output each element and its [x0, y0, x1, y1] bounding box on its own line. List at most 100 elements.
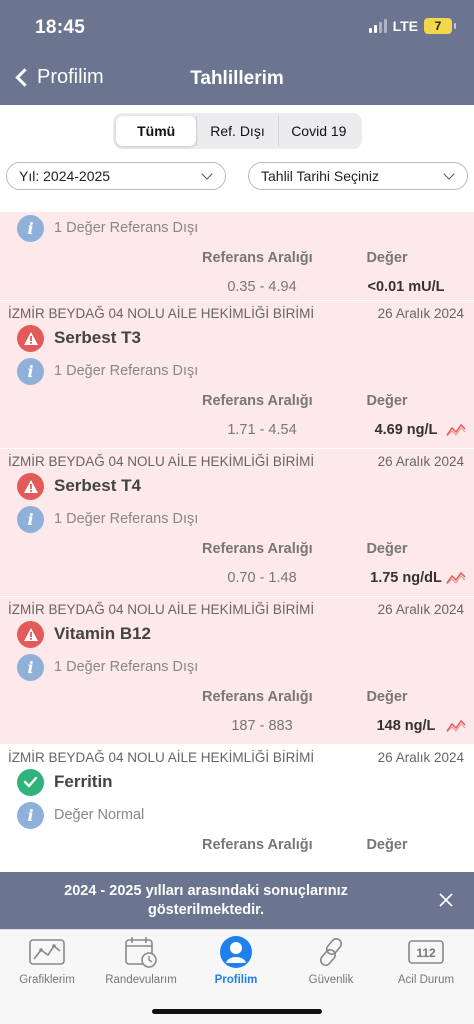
card-header: İZMİR BEYDAĞ 04 NOLU AİLE HEKİMLİĞİ BİRİ… [0, 745, 474, 765]
info-text: 1 Değer Referans Dışı [54, 659, 199, 675]
result-date: 26 Aralık 2024 [377, 306, 464, 321]
ref-values: 1.71 - 4.54 4.69 ng/L [0, 415, 474, 445]
info-row: i Değer Normal [0, 799, 474, 831]
profile-icon [216, 934, 256, 970]
ref-range-label: Referans Aralığı [202, 689, 313, 705]
close-icon[interactable] [436, 890, 456, 910]
ref-header: Referans Aralığı Değer [0, 244, 474, 272]
result-card[interactable]: İZMİR BEYDAĞ 04 NOLU AİLE HEKİMLİĞİ BİRİ… [0, 449, 474, 597]
trend-chart-icon[interactable] [446, 423, 466, 437]
tab-acil-durum[interactable]: 112 Acil Durum [379, 934, 473, 986]
info-text: 1 Değer Referans Dışı [54, 511, 199, 527]
ref-range-label: Referans Aralığı [202, 541, 313, 557]
result-card[interactable]: İZMİR BEYDAĞ 04 NOLU AİLE HEKİMLİĞİ BİRİ… [0, 745, 474, 872]
test-row: Vitamin B12 [0, 617, 474, 651]
tab-randevularim[interactable]: Randevularım [94, 934, 188, 986]
value-label: Değer [366, 837, 408, 853]
result-date: 26 Aralık 2024 [377, 750, 464, 765]
chevron-down-icon [201, 168, 213, 180]
value-label: Değer [366, 541, 408, 557]
info-icon: i [17, 653, 44, 681]
result-card[interactable]: İZMİR BEYDAĞ 04 NOLU AİLE HEKİMLİĞİ BİRİ… [0, 597, 474, 745]
trend-chart-icon[interactable] [446, 571, 466, 585]
result-value: 148 ng/L [376, 718, 436, 734]
tab-grafiklerim[interactable]: Grafiklerim [0, 934, 94, 986]
segment-all[interactable]: Tümü [116, 116, 197, 146]
ref-range-value: 1.71 - 4.54 [227, 422, 297, 438]
info-row: i 1 Değer Referans Dışı [0, 212, 474, 244]
result-date: 26 Aralık 2024 [377, 602, 464, 617]
test-name: Ferritin [54, 772, 113, 791]
ref-header: Referans Aralığı Değer [0, 535, 474, 563]
test-row: Ferritin [0, 765, 474, 799]
info-icon: i [17, 214, 44, 242]
institution-name: İZMİR BEYDAĞ 04 NOLU AİLE HEKİMLİĞİ BİRİ… [8, 306, 315, 321]
value-label: Değer [366, 689, 408, 705]
top-bar: 18:45 LTE 7 Profilim Tahlillerim [0, 0, 474, 105]
ref-header: Referans Aralığı Değer [0, 683, 474, 711]
network-type: LTE [392, 18, 418, 34]
trend-chart-icon[interactable] [446, 719, 466, 733]
info-row: i 1 Değer Referans Dışı [0, 651, 474, 683]
ref-values: 187 - 883 148 ng/L [0, 711, 474, 741]
tab-label: Randevularım [105, 974, 177, 986]
ref-range-label: Referans Aralığı [202, 837, 313, 853]
result-value: 4.69 ng/L [374, 422, 438, 438]
test-name: Vitamin B12 [54, 624, 152, 643]
result-value: 1.75 ng/dL [370, 570, 442, 586]
card-header: İZMİR BEYDAĞ 04 NOLU AİLE HEKİMLİĞİ BİRİ… [0, 301, 474, 321]
info-icon: i [17, 357, 44, 385]
tab-label: Grafiklerim [19, 974, 75, 986]
info-toast: 2024 - 2025 yılları arasındaki sonuçları… [0, 872, 474, 929]
warning-icon [17, 324, 44, 352]
status-icons: LTE 7 [368, 18, 456, 34]
tab-label: Güvenlik [308, 974, 354, 986]
card-header: İZMİR BEYDAĞ 04 NOLU AİLE HEKİMLİĞİ BİRİ… [0, 449, 474, 469]
info-text: 1 Değer Referans Dışı [54, 363, 199, 379]
chart-icon [27, 934, 67, 970]
results-list[interactable]: i 1 Değer Referans Dışı Referans Aralığı… [0, 212, 474, 872]
ref-range-value: 0.35 - 4.94 [227, 279, 297, 295]
institution-name: İZMİR BEYDAĞ 04 NOLU AİLE HEKİMLİĞİ BİRİ… [8, 602, 315, 617]
institution-name: İZMİR BEYDAĞ 04 NOLU AİLE HEKİMLİĞİ BİRİ… [8, 454, 315, 469]
segment-out-of-range[interactable]: Ref. Dışı [196, 116, 277, 146]
ref-values: 0.70 - 1.48 1.75 ng/dL [0, 563, 474, 593]
ref-range-label: Referans Aralığı [202, 250, 313, 266]
value-label: Değer [366, 393, 408, 409]
calendar-icon [121, 934, 161, 970]
ref-header: Referans Aralığı Değer [0, 831, 474, 859]
result-value: <0.01 mU/L [367, 279, 445, 295]
home-indicator [152, 1009, 322, 1014]
year-dropdown[interactable]: Yıl: 2024-2025 [6, 162, 226, 190]
chevron-down-icon [443, 168, 455, 180]
info-icon: i [17, 801, 44, 829]
info-row: i 1 Değer Referans Dışı [0, 503, 474, 535]
result-card[interactable]: i 1 Değer Referans Dışı Referans Aralığı… [0, 212, 474, 301]
year-dropdown-value: Yıl: 2024-2025 [19, 168, 111, 184]
value-label: Değer [366, 250, 408, 266]
warning-icon [17, 472, 44, 500]
date-dropdown-value: Tahlil Tarihi Seçiniz [261, 168, 380, 184]
checkmark-icon [17, 768, 44, 796]
tab-profilim[interactable]: Profilim [189, 934, 283, 986]
test-row: Serbest T4 [0, 469, 474, 503]
info-icon: i [17, 505, 44, 533]
segment-covid[interactable]: Covid 19 [277, 116, 359, 146]
ref-range-label: Referans Aralığı [202, 393, 313, 409]
ref-range-value: 187 - 883 [231, 718, 293, 734]
battery-icon: 7 [424, 18, 456, 34]
institution-name: İZMİR BEYDAĞ 04 NOLU AİLE HEKİMLİĞİ BİRİ… [8, 750, 315, 765]
link-icon [311, 934, 351, 970]
page-title: Tahlillerim [190, 68, 284, 89]
tab-label: Acil Durum [397, 974, 455, 986]
ref-range-value: 0.70 - 1.48 [227, 570, 297, 586]
result-date: 26 Aralık 2024 [377, 454, 464, 469]
signal-icon [368, 19, 387, 33]
test-name: Serbest T4 [54, 476, 141, 495]
tab-guvenlik[interactable]: Güvenlik [284, 934, 378, 986]
tab-label: Profilim [214, 974, 258, 986]
info-text: 1 Değer Referans Dışı [54, 220, 199, 236]
date-dropdown[interactable]: Tahlil Tarihi Seçiniz [248, 162, 468, 190]
result-card[interactable]: İZMİR BEYDAĞ 04 NOLU AİLE HEKİMLİĞİ BİRİ… [0, 301, 474, 449]
filter-segmented-control: Tümü Ref. Dışı Covid 19 [113, 113, 362, 149]
